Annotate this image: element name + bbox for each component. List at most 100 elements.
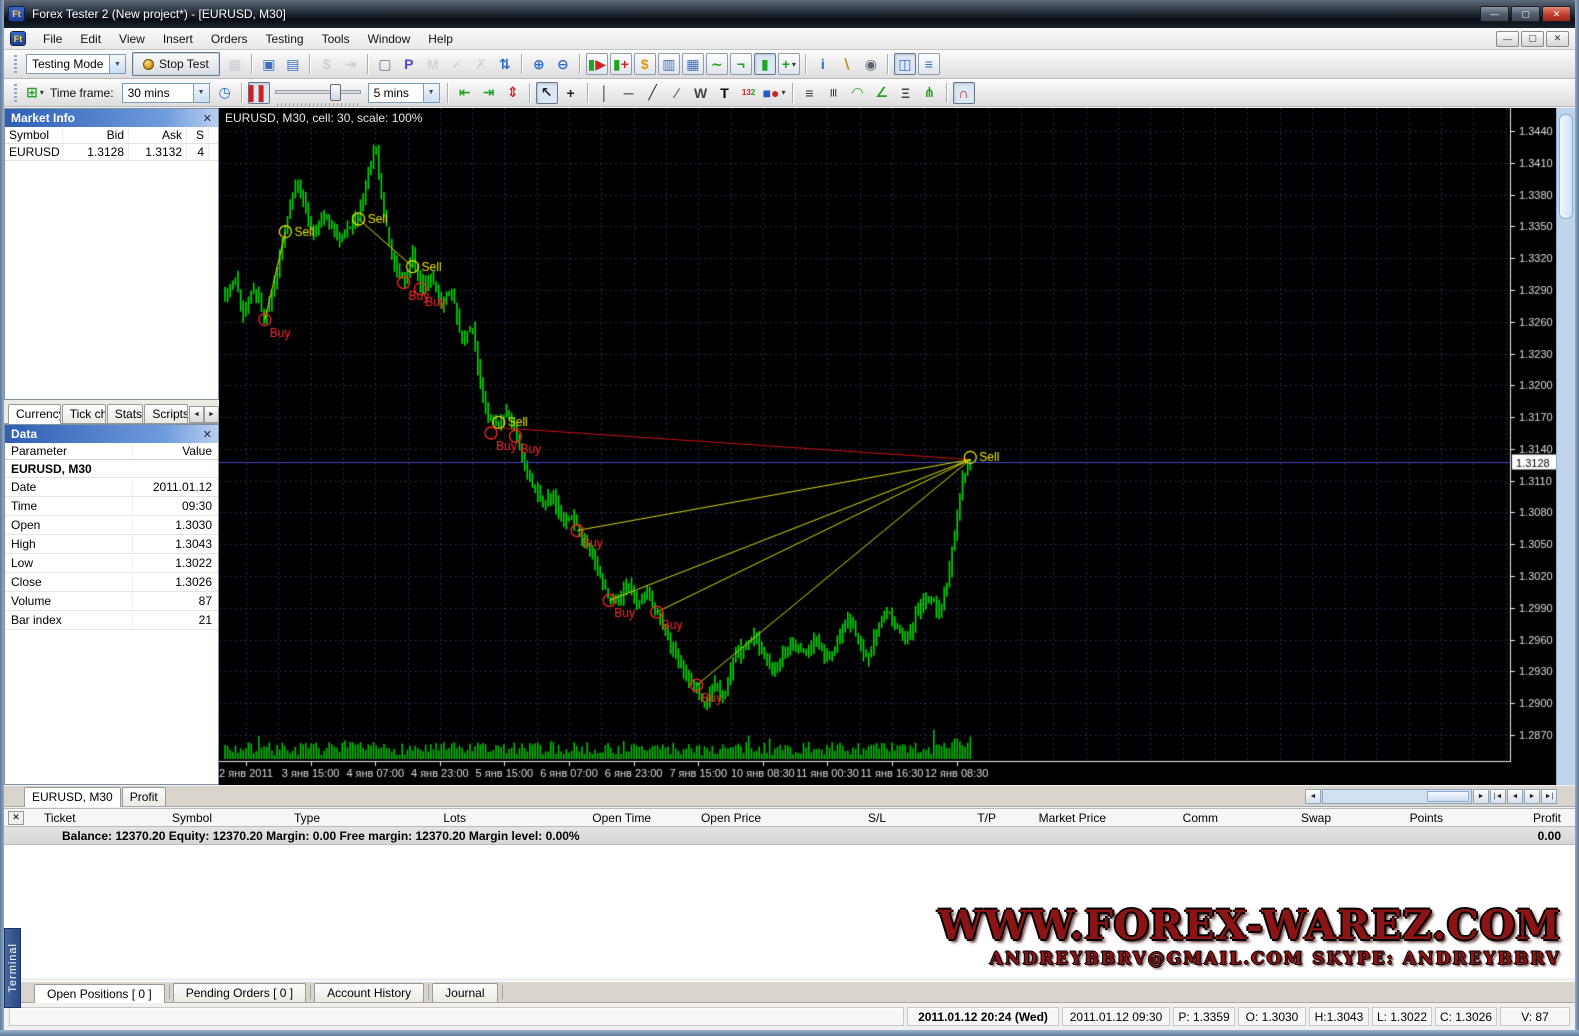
- trend-line-icon[interactable]: ╱: [642, 82, 664, 104]
- bottom-tab-journal[interactable]: Journal: [432, 983, 497, 1002]
- pause-icon[interactable]: ▌▌: [248, 82, 270, 104]
- new-order-icon[interactable]: ⊞▾: [24, 82, 46, 104]
- chart-nav-button-3[interactable]: ►|: [1541, 789, 1557, 804]
- hscroll-track[interactable]: [1322, 789, 1472, 804]
- chart-tab-eurusd-m30[interactable]: EURUSD, M30: [24, 787, 121, 807]
- menu-window[interactable]: Window: [359, 30, 420, 48]
- step-chart-icon[interactable]: ¬: [730, 53, 752, 75]
- testing-mode-select-arrow-icon[interactable]: ▼: [109, 55, 125, 73]
- tab-tick-chart[interactable]: Tick chart: [62, 404, 106, 423]
- bottom-tab-account-history[interactable]: Account History: [314, 983, 424, 1002]
- minimize-button[interactable]: —: [1480, 6, 1509, 22]
- window-list-icon[interactable]: ≡: [918, 53, 940, 75]
- menu-edit[interactable]: Edit: [71, 30, 110, 48]
- bottom-tab-open-positions-0[interactable]: Open Positions [ 0 ]: [34, 984, 165, 1003]
- new-order-icon-dropdown-icon[interactable]: ▾: [40, 88, 44, 97]
- pitchfork-icon[interactable]: ⋔: [919, 82, 941, 104]
- copy-chart-icon[interactable]: ▣: [258, 53, 280, 75]
- menu-insert[interactable]: Insert: [154, 30, 202, 48]
- symbol-properties-icon[interactable]: $: [634, 53, 656, 75]
- magnet-icon[interactable]: ∩: [953, 82, 975, 104]
- ray-icon[interactable]: ∕: [666, 82, 688, 104]
- screenshot-icon[interactable]: ◉: [860, 53, 882, 75]
- tab-scripts[interactable]: Scripts: [144, 404, 188, 423]
- time-frame-select[interactable]: 30 mins▼: [122, 83, 210, 103]
- title-bar[interactable]: Ft Forex Tester 2 (New project*) - [EURU…: [0, 0, 1579, 28]
- chart-area[interactable]: EURUSD, M30, cell: 30, scale: 100%: [219, 108, 1556, 785]
- cursor-icon[interactable]: ↖: [536, 82, 558, 104]
- vertical-grid-icon[interactable]: |||: [823, 82, 845, 104]
- shapes-icon-dropdown-icon[interactable]: ▾: [782, 88, 786, 97]
- hscroll-thumb[interactable]: [1427, 791, 1469, 802]
- chart-horizontal-scrollbar[interactable]: ◄►|◄◄►►|: [1305, 789, 1557, 804]
- candle-chart-icon[interactable]: ▮: [754, 53, 776, 75]
- menu-file[interactable]: File: [34, 30, 71, 48]
- notes-icon[interactable]: i: [812, 53, 834, 75]
- shapes-icon[interactable]: ■●▾: [762, 82, 787, 104]
- horizontal-line-icon[interactable]: ─: [618, 82, 640, 104]
- add-indicator-icon[interactable]: +▾: [778, 53, 800, 75]
- mdi-close-button[interactable]: ✕: [1546, 31, 1569, 47]
- market-info-row[interactable]: EURUSD1.31281.31324: [5, 144, 218, 161]
- chart-nav-button-0[interactable]: |◄: [1490, 789, 1506, 804]
- chart-vertical-scrollbar[interactable]: [1556, 108, 1575, 785]
- menu-view[interactable]: View: [110, 30, 154, 48]
- chart-vertical-scrollbar-thumb[interactable]: [1559, 114, 1573, 219]
- close-button[interactable]: ✕: [1542, 6, 1571, 22]
- speed-slider-thumb[interactable]: [330, 84, 341, 101]
- zoom-in-icon[interactable]: ⊕: [528, 53, 550, 75]
- step-back-icon[interactable]: ⇤: [454, 82, 476, 104]
- orders-close-icon[interactable]: ✕: [8, 811, 24, 825]
- fibo-fan-icon[interactable]: ∠: [871, 82, 893, 104]
- zoom-out-icon[interactable]: ⊖: [552, 53, 574, 75]
- data-panel-header[interactable]: Data ✕: [5, 425, 218, 443]
- speed-select-arrow-icon[interactable]: ▼: [423, 84, 439, 102]
- add-chart-icon[interactable]: ▮+: [610, 53, 632, 75]
- tick-step-icon[interactable]: ⇕: [502, 82, 524, 104]
- speed-slider[interactable]: [275, 82, 361, 104]
- menu-testing[interactable]: Testing: [257, 30, 313, 48]
- calculator-icon[interactable]: ▦: [682, 53, 704, 75]
- maximize-button[interactable]: ▢: [1511, 6, 1540, 22]
- project-icon[interactable]: P: [398, 53, 420, 75]
- new-document-icon[interactable]: ▢: [374, 53, 396, 75]
- hscroll-left-icon[interactable]: ◄: [1305, 789, 1321, 804]
- wave-icon[interactable]: W: [690, 82, 712, 104]
- menu-orders[interactable]: Orders: [202, 30, 257, 48]
- text-icon[interactable]: T: [714, 82, 736, 104]
- stop-test-button[interactable]: Stop Test: [132, 52, 220, 76]
- menu-help[interactable]: Help: [419, 30, 462, 48]
- step-forward-icon[interactable]: ⇥: [478, 82, 500, 104]
- market-info-close-icon[interactable]: ✕: [203, 112, 212, 125]
- refresh-data-icon[interactable]: ⇅: [494, 53, 516, 75]
- speed-slider-track[interactable]: [275, 90, 361, 94]
- fibo-arc-icon[interactable]: ◠: [847, 82, 869, 104]
- chart-settings-icon[interactable]: ▥: [658, 53, 680, 75]
- crosshair-icon[interactable]: +: [560, 82, 582, 104]
- tab-scroll-right-icon[interactable]: ►: [204, 406, 219, 423]
- price-chart-canvas[interactable]: [219, 108, 1556, 785]
- tab-scroll-left-icon[interactable]: ◄: [189, 406, 204, 423]
- terminal-tab[interactable]: Terminal: [4, 928, 21, 1008]
- fibonacci-icon[interactable]: 132: [738, 82, 760, 104]
- mdi-restore-button[interactable]: ▢: [1521, 31, 1544, 47]
- bottom-tab-pending-orders-0[interactable]: Pending Orders [ 0 ]: [173, 983, 306, 1002]
- data-panel-close-icon[interactable]: ✕: [203, 428, 212, 441]
- fibo-retracement-icon[interactable]: Ξ: [895, 82, 917, 104]
- testing-mode-select[interactable]: Testing Mode▼: [26, 54, 126, 74]
- market-info-header[interactable]: Market Info ✕: [5, 109, 218, 127]
- tab-currency[interactable]: Currency: [8, 404, 61, 424]
- new-chart-icon[interactable]: ▮▶: [586, 53, 608, 75]
- clear-drawings-icon[interactable]: ∖: [836, 53, 858, 75]
- orders-list-area[interactable]: WWW.FOREX-WAREZ.COM ANDREYBBRV@GMAIL.COM…: [4, 845, 1575, 978]
- vertical-line-icon[interactable]: │: [594, 82, 616, 104]
- chart-tab-profit[interactable]: Profit: [122, 787, 166, 806]
- menu-tools[interactable]: Tools: [313, 30, 359, 48]
- add-indicator-icon-dropdown-icon[interactable]: ▾: [792, 60, 796, 69]
- chart-nav-button-2[interactable]: ►: [1524, 789, 1540, 804]
- hscroll-right-icon[interactable]: ►: [1473, 789, 1489, 804]
- tile-windows-icon[interactable]: ◫: [894, 53, 916, 75]
- horizontal-grid-icon[interactable]: ≡: [799, 82, 821, 104]
- chart-nav-button-1[interactable]: ◄: [1507, 789, 1523, 804]
- speed-select[interactable]: 5 mins▼: [368, 83, 440, 103]
